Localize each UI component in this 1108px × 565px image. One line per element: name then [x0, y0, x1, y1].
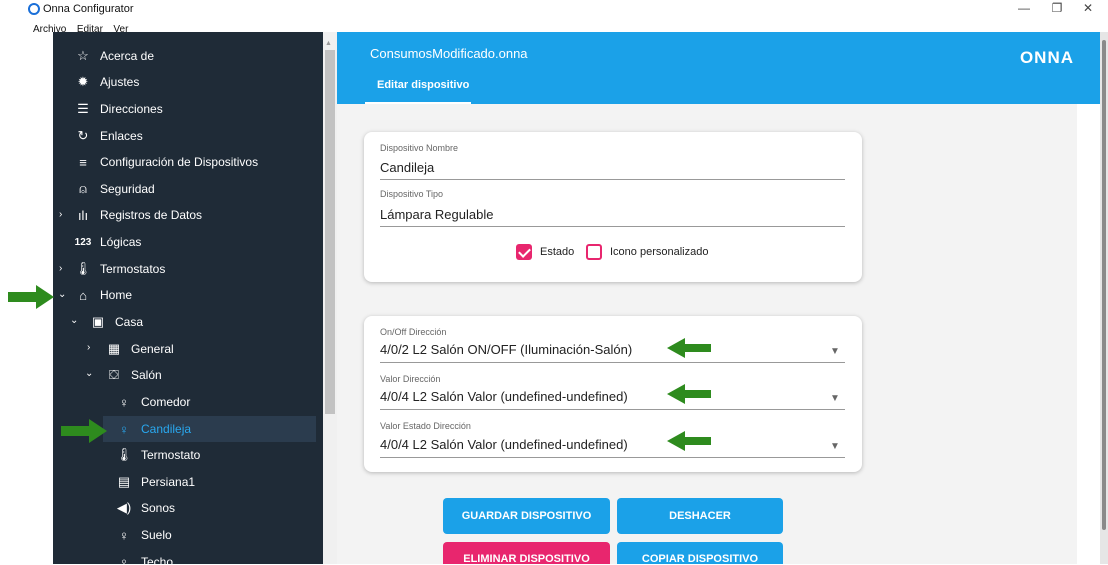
type-underline	[380, 226, 845, 227]
sidebar-item-sonos[interactable]: ◀) Sonos	[116, 495, 175, 521]
app-header: ConsumosModificado.onna ONNA Editar disp…	[337, 32, 1108, 104]
sidebar-item-logicas[interactable]: 123 Lógicas	[74, 229, 142, 255]
valor-label: Valor Dirección	[380, 374, 441, 384]
sidebar-item-casa[interactable]: ▣ Casa	[90, 309, 143, 335]
valor-underline	[380, 409, 845, 410]
dropdown-arrow-icon[interactable]: ▼	[830, 393, 840, 404]
device-card: Dispositivo Nombre Candileja Dispositivo…	[364, 132, 862, 282]
refresh-icon: ↻	[77, 128, 89, 143]
delete-device-button[interactable]: ELIMINAR DISPOSITIVO	[443, 542, 610, 565]
sidebar-item-seguridad[interactable]: ⍝ Seguridad	[75, 176, 155, 202]
green-arrow-icon	[667, 384, 711, 404]
sidebar-item-acerca[interactable]: ☆ Acerca de	[75, 43, 154, 69]
sidebar-item-comedor[interactable]: ♀ Comedor	[116, 389, 190, 415]
estado-checkbox[interactable]	[516, 244, 532, 260]
sidebar-item-home[interactable]: ⌂ Home	[75, 282, 132, 308]
icono-checkbox[interactable]	[586, 244, 602, 260]
speaker-icon: ◀)	[116, 500, 132, 515]
numeric-icon: 123	[74, 236, 92, 248]
sidebar-item-config-dispositivos[interactable]: ≡ Configuración de Dispositivos	[75, 149, 258, 175]
sidebar-item-registros[interactable]: ılı Registros de Datos	[75, 202, 202, 228]
room-icon: ▦	[107, 341, 121, 356]
green-arrow-icon	[667, 431, 711, 451]
estado-label: Estado	[540, 246, 575, 258]
onoff-label: On/Off Dirección	[380, 327, 447, 337]
close-button[interactable]: ✕	[1078, 1, 1098, 15]
sidebar-scroll-thumb[interactable]	[325, 50, 335, 414]
undo-button[interactable]: DESHACER	[617, 498, 783, 534]
name-underline	[380, 179, 845, 180]
sidebar-item-termostatos[interactable]: 🌡 Termostatos	[74, 256, 166, 282]
icono-label: Icono personalizado	[610, 246, 709, 258]
onoff-select[interactable]: 4/0/2 L2 Salón ON/OFF (Iluminación-Salón…	[380, 342, 632, 357]
green-arrow-icon	[8, 285, 54, 309]
floorplan-icon: ▣	[91, 314, 105, 329]
file-name: ConsumosModificado.onna	[370, 46, 528, 61]
bulb-icon: ♀	[119, 394, 129, 410]
maximize-button[interactable]: ❐	[1047, 1, 1067, 15]
valor-estado-label: Valor Estado Dirección	[380, 421, 471, 431]
collapse-caret-icon[interactable]: ⌄	[70, 315, 78, 326]
bulb-icon: ♀	[119, 554, 129, 565]
dropdown-arrow-icon[interactable]: ▼	[830, 441, 840, 452]
thermometer-icon: 🌡	[74, 261, 92, 276]
home-icon: ⌂	[79, 287, 87, 303]
menu-bar: Archivo Editar Ver	[0, 18, 1108, 35]
sidebar-item-enlaces[interactable]: ↻ Enlaces	[75, 123, 143, 149]
dropdown-arrow-icon[interactable]: ▼	[830, 346, 840, 357]
sidebar-item-techo[interactable]: ♀ Techo	[116, 549, 173, 565]
chart-icon: ılı	[77, 207, 89, 223]
sidebar-item-ajustes[interactable]: ✹ Ajustes	[75, 69, 140, 95]
valor-estado-underline	[380, 457, 845, 458]
onna-logo: ONNA	[1019, 48, 1074, 67]
collapse-caret-icon[interactable]: ⌄	[58, 289, 66, 300]
green-arrow-icon	[61, 419, 107, 443]
app-logo-icon	[28, 3, 40, 15]
main-scroll-thumb[interactable]	[1102, 40, 1106, 530]
sidebar-item-direcciones[interactable]: ☰ Direcciones	[75, 96, 163, 122]
name-label: Dispositivo Nombre	[380, 143, 459, 153]
sidebar: ☆ Acerca de ✹ Ajustes ☰ Direcciones ↻ Enlace…	[53, 32, 323, 564]
collapse-caret-icon[interactable]: ⌄	[85, 368, 93, 379]
sidebar-item-general[interactable]: ▦ General	[106, 336, 174, 362]
tab-editar-dispositivo[interactable]: Editar dispositivo	[377, 79, 469, 91]
bulb-icon: ♀	[119, 527, 129, 543]
sofa-icon: ⛋	[109, 367, 119, 382]
green-arrow-icon	[667, 338, 711, 358]
sidebar-item-termostato[interactable]: 🌡 Termostato	[115, 442, 201, 468]
onoff-underline	[380, 362, 845, 363]
sidebar-item-suelo[interactable]: ♀ Suelo	[116, 522, 172, 548]
window-title: Onna Configurator	[43, 3, 134, 15]
valor-estado-select[interactable]: 4/0/4 L2 Salón Valor (undefined-undefine…	[380, 437, 628, 452]
star-outline-icon: ☆	[77, 48, 89, 63]
sidebar-item-candileja[interactable]: ♀ Candileja	[103, 416, 316, 442]
blind-icon: ▤	[117, 474, 131, 489]
type-label: Dispositivo Tipo	[380, 189, 444, 199]
minimize-button[interactable]: —	[1014, 1, 1034, 15]
edit-list-icon: ≡	[79, 154, 87, 170]
thermometer-icon: 🌡	[115, 447, 133, 462]
name-field[interactable]: Candileja	[380, 160, 434, 175]
expand-caret-icon[interactable]: ›	[59, 263, 62, 274]
sidebar-item-persiana1[interactable]: ▤ Persiana1	[116, 469, 195, 495]
copy-device-button[interactable]: COPIAR DISPOSITIVO	[617, 542, 783, 565]
bulb-icon: ♀	[119, 421, 129, 437]
valor-select[interactable]: 4/0/4 L2 Salón Valor (undefined-undefine…	[380, 389, 628, 404]
type-field[interactable]: Lámpara Regulable	[380, 207, 493, 222]
list-icon: ☰	[77, 101, 89, 116]
addresses-card: On/Off Dirección 4/0/2 L2 Salón ON/OFF (…	[364, 316, 862, 472]
scroll-up-icon[interactable]: ▲	[325, 40, 332, 47]
save-device-button[interactable]: GUARDAR DISPOSITIVO	[443, 498, 610, 534]
expand-caret-icon[interactable]: ›	[59, 209, 62, 220]
main-scrollbar[interactable]	[1100, 32, 1108, 564]
sidebar-item-salon[interactable]: ⛋ Salón	[106, 362, 162, 388]
title-bar: Onna Configurator — ❐ ✕	[0, 0, 1108, 18]
expand-caret-icon[interactable]: ›	[87, 342, 90, 353]
gear-icon: ✹	[77, 74, 89, 89]
alarm-icon: ⍝	[79, 181, 87, 196]
